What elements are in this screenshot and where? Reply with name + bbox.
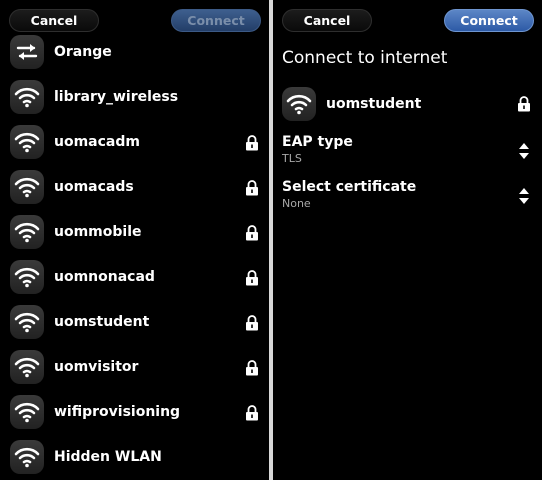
lock-icon [246,180,258,196]
lock-icon [246,225,258,241]
wifi-icon [10,170,44,204]
network-name: Orange [54,44,112,60]
network-name: library_wireless [54,89,179,105]
network-list: Orange library_wireless uomacadm uomacad… [0,30,269,480]
list-item[interactable]: library_wireless [0,75,269,120]
connect-panel: Cancel Connect Connect to internet uomst… [273,0,542,480]
wifi-icon [10,80,44,114]
wifi-icon [10,125,44,159]
list-item[interactable]: uommobile [0,210,269,255]
certificate-selector[interactable]: Select certificate None [273,179,542,215]
network-name: uomstudent [54,314,150,330]
cancel-button[interactable]: Cancel [9,9,99,32]
lock-icon [246,270,258,286]
lock-icon [246,135,258,151]
lock-icon [246,360,258,376]
list-item[interactable]: uomvisitor [0,345,269,390]
list-item[interactable]: uomacads [0,165,269,210]
list-item[interactable]: Orange [0,30,269,75]
certificate-value: None [282,197,311,210]
right-toolbar: Cancel Connect [273,0,542,40]
list-item[interactable]: uomnonacad [0,255,269,300]
network-name: uomacadm [54,134,140,150]
swap-arrows-icon [10,35,44,69]
selected-network: uomstudent [273,83,542,125]
list-item[interactable]: uomacadm [0,120,269,165]
eap-type-label: EAP type [282,134,353,150]
selected-network-name: uomstudent [326,96,422,112]
wifi-icon [10,305,44,339]
network-name: Hidden WLAN [54,449,162,465]
wifi-icon [10,215,44,249]
wifi-icon [10,260,44,294]
list-item[interactable]: uomstudent [0,300,269,345]
wifi-icon [10,350,44,384]
list-item[interactable]: Hidden WLAN [0,435,269,480]
list-item[interactable]: wifiprovisioning [0,390,269,435]
lock-icon [246,315,258,331]
connect-button-disabled[interactable]: Connect [171,9,261,32]
certificate-label: Select certificate [282,179,417,195]
wifi-icon [282,87,316,121]
network-name: wifiprovisioning [54,404,181,420]
lock-icon [246,405,258,421]
network-name: uomacads [54,179,134,195]
eap-type-selector[interactable]: EAP type TLS [273,134,542,170]
wifi-icon [10,395,44,429]
page-title: Connect to internet [282,48,448,68]
network-name: uomnonacad [54,269,155,285]
cancel-button[interactable]: Cancel [282,9,372,32]
eap-type-value: TLS [282,152,302,165]
up-down-arrows-icon [519,143,529,159]
wifi-icon [10,440,44,474]
network-name: uommobile [54,224,142,240]
network-name: uomvisitor [54,359,139,375]
network-list-panel: Cancel Connect Orange library_wireless u… [0,0,269,480]
up-down-arrows-icon [519,188,529,204]
lock-icon [518,96,530,112]
connect-button[interactable]: Connect [444,9,534,32]
